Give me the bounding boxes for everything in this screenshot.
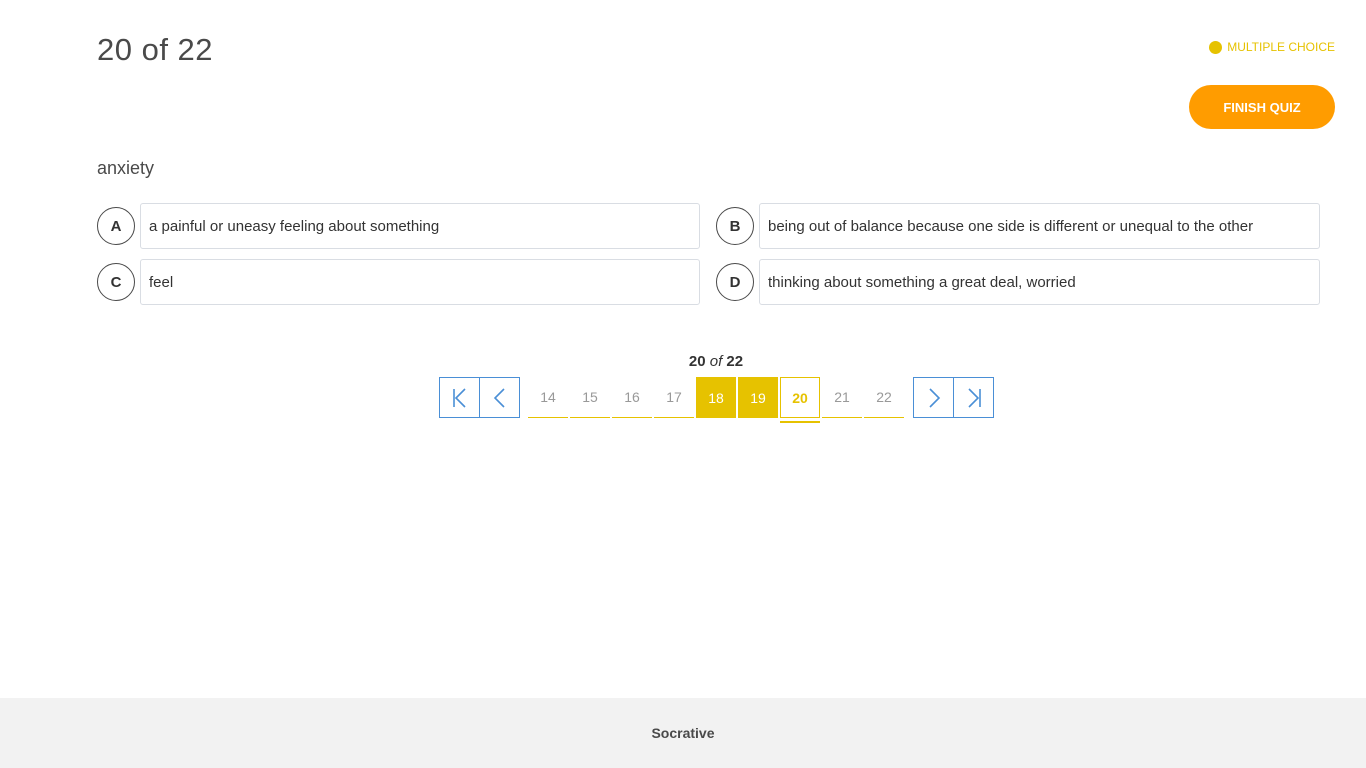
answer-text-d[interactable]: thinking about something a great deal, w… bbox=[759, 259, 1320, 305]
page-number-19[interactable]: 19 bbox=[738, 377, 778, 418]
answer-letter-a[interactable]: A bbox=[97, 207, 135, 245]
footer: Socrative bbox=[0, 698, 1366, 768]
chevron-right-icon bbox=[928, 387, 940, 408]
answer-letter-d[interactable]: D bbox=[716, 263, 754, 301]
answer-letter-b[interactable]: B bbox=[716, 207, 754, 245]
answer-option-a[interactable]: A a painful or uneasy feeling about some… bbox=[97, 203, 700, 249]
question-type-label: MULTIPLE CHOICE bbox=[1227, 40, 1335, 54]
question-text: anxiety bbox=[97, 158, 155, 178]
page-number-16[interactable]: 16 bbox=[612, 377, 652, 418]
last-page-icon bbox=[967, 387, 981, 408]
question-type-dot-icon bbox=[1209, 40, 1223, 54]
pager-current: 20 bbox=[688, 353, 706, 370]
first-page-icon bbox=[452, 387, 466, 408]
current-page-underline bbox=[780, 421, 820, 423]
answer-text-a[interactable]: a painful or uneasy feeling about someth… bbox=[140, 203, 700, 249]
quiz-page: 20 of 22 MULTIPLE CHOICE FINISH QUIZ anx… bbox=[0, 0, 1366, 768]
last-page-button[interactable] bbox=[953, 377, 994, 418]
page-number-22[interactable]: 22 bbox=[864, 377, 904, 418]
pager-label: 20 of 22 bbox=[0, 353, 1366, 370]
page-number-18[interactable]: 18 bbox=[696, 377, 736, 418]
page-number-17[interactable]: 17 bbox=[654, 377, 694, 418]
previous-page-button[interactable] bbox=[479, 377, 520, 418]
pager-total: 22 bbox=[726, 353, 744, 370]
pager: 14 15 16 17 18 19 20 21 22 bbox=[0, 377, 1366, 423]
answer-letter-c[interactable]: C bbox=[97, 263, 135, 301]
chevron-left-icon bbox=[493, 387, 505, 408]
answer-option-b[interactable]: B being out of balance because one side … bbox=[716, 203, 1320, 249]
footer-brand: Socrative bbox=[651, 725, 715, 741]
page-number-21[interactable]: 21 bbox=[822, 377, 862, 418]
first-page-button[interactable] bbox=[439, 377, 480, 418]
page-number-20[interactable]: 20 bbox=[780, 377, 820, 418]
answer-text-c[interactable]: feel bbox=[140, 259, 700, 305]
question-progress: 20 of 22 bbox=[97, 32, 214, 67]
pager-of: of bbox=[709, 353, 723, 370]
answer-text-b[interactable]: being out of balance because one side is… bbox=[759, 203, 1320, 249]
finish-quiz-button[interactable]: FINISH QUIZ bbox=[1189, 85, 1335, 129]
answer-option-d[interactable]: D thinking about something a great deal,… bbox=[716, 259, 1320, 305]
page-number-14[interactable]: 14 bbox=[528, 377, 568, 418]
question-type-badge: MULTIPLE CHOICE bbox=[1209, 40, 1335, 54]
answer-option-c[interactable]: C feel bbox=[97, 259, 700, 305]
next-page-button[interactable] bbox=[913, 377, 954, 418]
page-number-15[interactable]: 15 bbox=[570, 377, 610, 418]
